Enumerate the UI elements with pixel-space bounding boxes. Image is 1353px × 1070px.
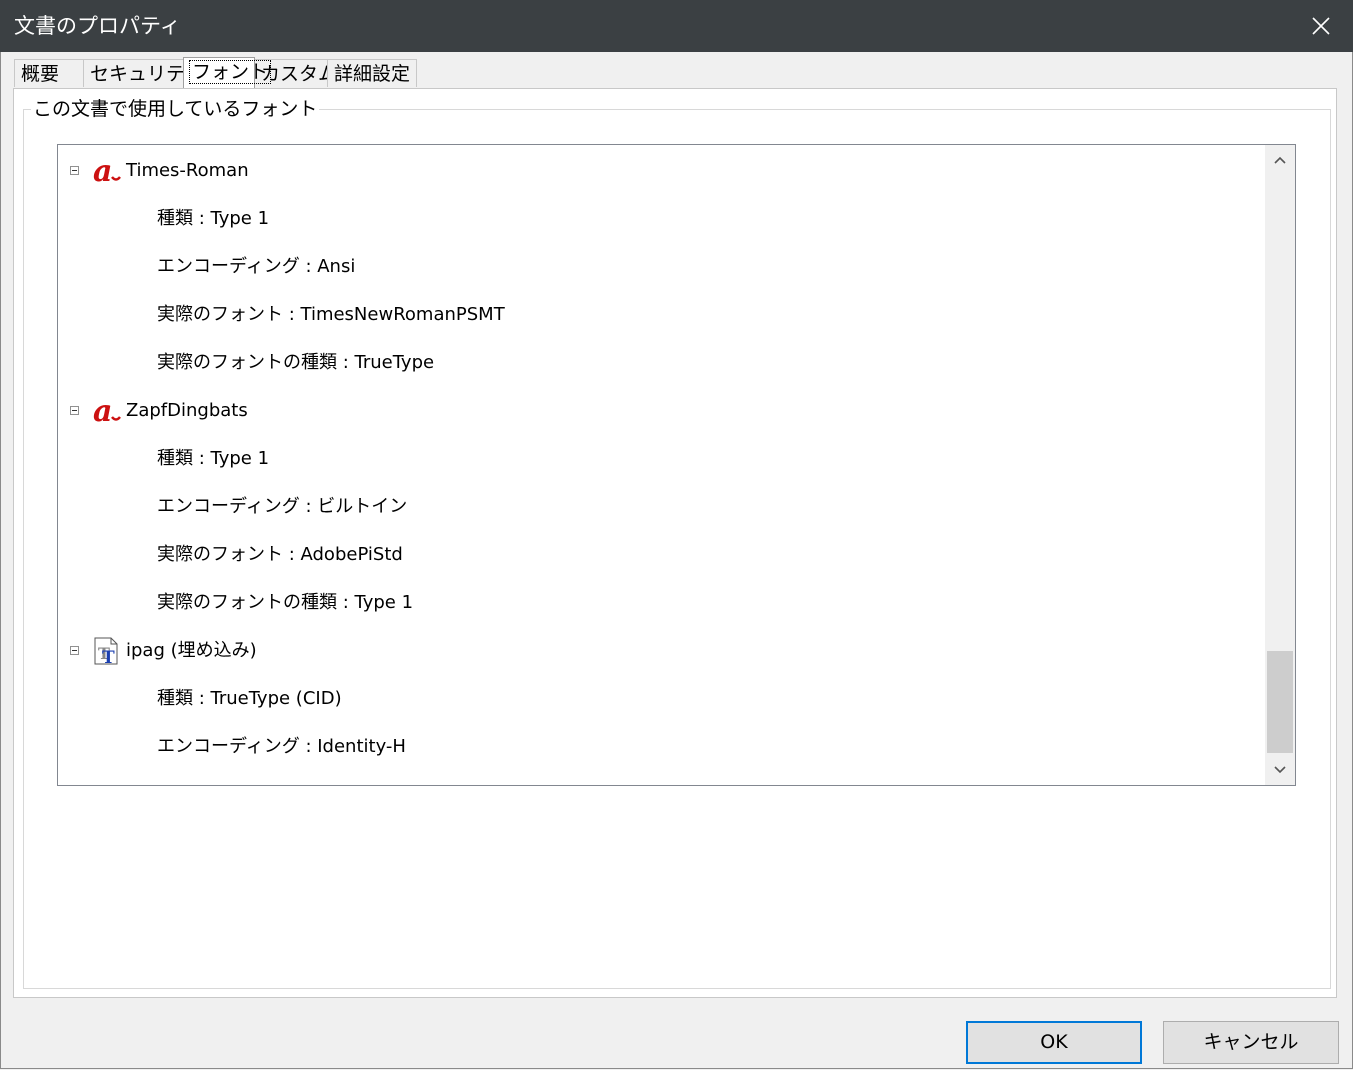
tab-fonts[interactable]: フォント bbox=[183, 57, 272, 88]
font-detail: エンコーディング : Ansi bbox=[157, 256, 356, 277]
tab-label: フォント bbox=[188, 60, 272, 84]
font-name: ZapfDingbats bbox=[126, 400, 248, 421]
tree-leaf[interactable]: 実際のフォントの種類 : TrueType bbox=[58, 339, 1258, 387]
tree-leaf[interactable]: 種類 : Type 1 bbox=[58, 195, 1258, 243]
type1-font-icon: a bbox=[93, 397, 121, 425]
svg-text:T: T bbox=[102, 648, 115, 665]
tab-label: 概要 bbox=[21, 63, 60, 85]
tab-advanced[interactable]: 詳細設定 bbox=[327, 59, 417, 87]
chevron-up-icon bbox=[1274, 156, 1286, 164]
tree-leaf[interactable]: エンコーディング : ビルトイン bbox=[58, 483, 1258, 531]
tree-node-zapfdingbats[interactable]: a ZapfDingbats bbox=[58, 387, 1258, 435]
close-icon bbox=[1312, 17, 1330, 35]
scroll-down-button[interactable] bbox=[1265, 755, 1295, 785]
tree-leaf[interactable]: 種類 : TrueType (CID) bbox=[58, 675, 1258, 723]
window-title: 文書のプロパティ bbox=[14, 14, 181, 38]
tree-node-times-roman[interactable]: a Times-Roman bbox=[58, 147, 1258, 195]
title-bar: 文書のプロパティ bbox=[0, 0, 1353, 52]
tree-leaf[interactable]: エンコーディング : Identity-H bbox=[58, 723, 1258, 771]
font-detail: エンコーディング : Identity-H bbox=[157, 736, 406, 757]
collapse-toggle[interactable] bbox=[70, 646, 79, 655]
scroll-up-button[interactable] bbox=[1265, 145, 1295, 175]
tree-leaf[interactable]: 実際のフォント : AdobePiStd bbox=[58, 531, 1258, 579]
font-tree[interactable]: a Times-Roman 種類 : Type 1 エンコーディング : Ans… bbox=[57, 144, 1296, 786]
font-detail: 実際のフォント : TimesNewRomanPSMT bbox=[157, 304, 505, 325]
font-detail: 種類 : Type 1 bbox=[157, 448, 270, 469]
ok-button[interactable]: OK bbox=[966, 1021, 1142, 1064]
fonts-group-label: この文書で使用しているフォント bbox=[31, 97, 320, 121]
svg-text:a: a bbox=[93, 397, 112, 425]
font-detail: 種類 : Type 1 bbox=[157, 208, 270, 229]
tab-label: 詳細設定 bbox=[334, 63, 411, 85]
scrollbar-thumb[interactable] bbox=[1267, 651, 1293, 753]
tree-leaf[interactable]: エンコーディング : Ansi bbox=[58, 243, 1258, 291]
font-detail: 実際のフォントの種類 : Type 1 bbox=[157, 592, 414, 613]
tree-leaf[interactable]: 種類 : Type 1 bbox=[58, 435, 1258, 483]
cancel-button[interactable]: キャンセル bbox=[1163, 1021, 1339, 1064]
tree-leaf[interactable]: 実際のフォント : TimesNewRomanPSMT bbox=[58, 291, 1258, 339]
font-detail: 実際のフォント : AdobePiStd bbox=[157, 544, 403, 565]
font-detail: 実際のフォントの種類 : TrueType bbox=[157, 352, 435, 373]
truetype-font-icon: T T bbox=[94, 637, 118, 665]
type1-font-icon: a bbox=[93, 157, 121, 185]
font-detail: エンコーディング : ビルトイン bbox=[157, 496, 408, 517]
font-name: ipag (埋め込み) bbox=[126, 640, 257, 661]
vertical-scrollbar[interactable] bbox=[1265, 145, 1295, 785]
chevron-down-icon bbox=[1274, 766, 1286, 774]
tree-node-ipag[interactable]: T T ipag (埋め込み) bbox=[58, 627, 1258, 675]
tab-security[interactable]: セキュリティ bbox=[83, 59, 203, 87]
font-detail: 種類 : TrueType (CID) bbox=[157, 688, 342, 709]
tab-summary[interactable]: 概要 bbox=[14, 59, 84, 87]
tree-leaf[interactable]: 実際のフォントの種類 : Type 1 bbox=[58, 579, 1258, 627]
collapse-toggle[interactable] bbox=[70, 166, 79, 175]
font-name: Times-Roman bbox=[126, 160, 249, 181]
svg-text:a: a bbox=[93, 157, 112, 185]
close-button[interactable] bbox=[1289, 0, 1353, 52]
tab-strip: 概要 セキュリティ フォント カスタム 詳細設定 bbox=[14, 57, 417, 89]
collapse-toggle[interactable] bbox=[70, 406, 79, 415]
tab-label: カスタム bbox=[261, 63, 338, 85]
